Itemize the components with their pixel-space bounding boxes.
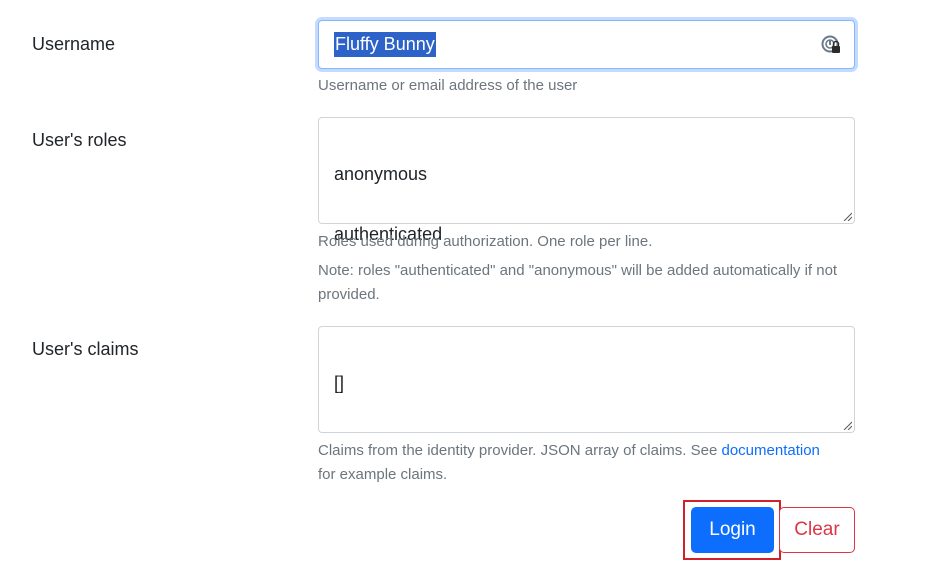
claims-help: Claims from the identity provider. JSON … (318, 439, 863, 487)
clear-button[interactable]: Clear (779, 507, 855, 553)
resize-handle-icon[interactable] (842, 420, 852, 430)
roles-textarea[interactable]: anonymous authenticated (318, 117, 855, 244)
username-value: Fluffy Bunny (334, 32, 436, 57)
roles-line: anonymous (334, 164, 428, 184)
login-button[interactable]: Login (691, 507, 774, 553)
claims-label: User's claims (32, 339, 139, 359)
documentation-link[interactable]: documentation (721, 442, 819, 459)
roles-note: Note: roles "authenticated" and "anonymo… (318, 262, 838, 303)
roles-label: User's roles (32, 130, 127, 150)
resize-handle-icon[interactable] (842, 211, 852, 221)
username-input[interactable]: Fluffy Bunny (318, 20, 855, 69)
claims-value: [] (334, 373, 345, 393)
claims-help-text: Claims from the identity provider. JSON … (318, 442, 722, 459)
password-manager-icon[interactable] (821, 35, 841, 55)
claims-textarea[interactable]: [] (318, 326, 855, 433)
roles-help: Roles used during authorization. One rol… (318, 233, 653, 250)
login-form: Username Fluffy Bunny Username or email … (0, 0, 925, 581)
username-label: Username (32, 34, 116, 54)
username-help: Username or email address of the user (318, 77, 578, 94)
claims-help-suffix: for example claims. (318, 466, 448, 483)
